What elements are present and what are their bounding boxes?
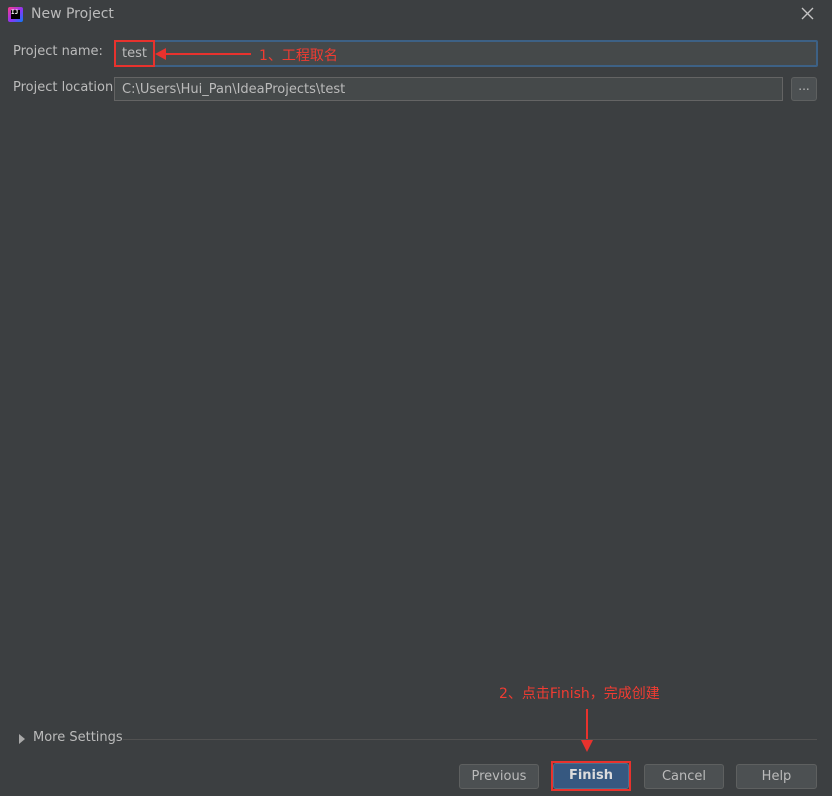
title-bar: IJ New Project <box>0 0 832 30</box>
close-icon <box>801 7 814 20</box>
project-location-field-wrapper <box>114 77 783 101</box>
annotation-finish-note: 2、点击Finish，完成创建 <box>499 686 660 702</box>
app-icon-letters: IJ <box>11 9 19 16</box>
annotation-name-note: 1、工程取名 <box>259 48 338 64</box>
project-location-label: Project location: <box>13 80 118 95</box>
new-project-dialog: IJ New Project Project name: Project loc… <box>0 0 832 796</box>
annotation-highlight-project-name <box>114 40 155 67</box>
project-name-label: Project name: <box>13 44 103 59</box>
finish-button[interactable]: Finish <box>553 763 629 789</box>
cancel-button[interactable]: Cancel <box>644 764 724 789</box>
more-settings-label: More Settings <box>33 730 123 745</box>
annotation-arrow-down-icon <box>581 709 593 752</box>
annotation-arrow-left-icon <box>155 48 251 60</box>
expand-triangle-icon <box>19 734 25 744</box>
previous-button[interactable]: Previous <box>459 764 539 789</box>
browse-location-button[interactable]: ... <box>791 77 817 101</box>
close-button[interactable] <box>798 4 818 24</box>
project-location-input[interactable] <box>115 78 782 100</box>
intellij-app-icon: IJ <box>8 7 23 22</box>
more-settings-separator <box>123 739 817 740</box>
window-title: New Project <box>31 6 114 22</box>
help-button[interactable]: Help <box>736 764 817 789</box>
